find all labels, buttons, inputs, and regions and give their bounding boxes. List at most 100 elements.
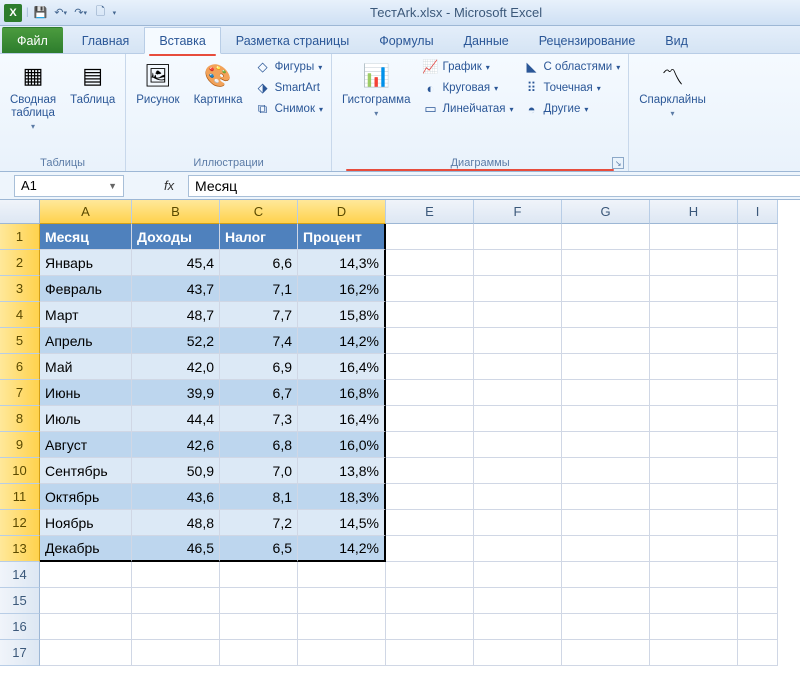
cell-F6[interactable] (474, 354, 562, 380)
cell-I5[interactable] (738, 328, 778, 354)
tab-data[interactable]: Данные (449, 27, 524, 53)
cell-E7[interactable] (386, 380, 474, 406)
cell-F13[interactable] (474, 536, 562, 562)
cell-F14[interactable] (474, 562, 562, 588)
cell-I11[interactable] (738, 484, 778, 510)
tab-formulas[interactable]: Формулы (364, 27, 448, 53)
cell-C3[interactable]: 7,1 (220, 276, 298, 302)
cell-E13[interactable] (386, 536, 474, 562)
cell-F2[interactable] (474, 250, 562, 276)
cell-H7[interactable] (650, 380, 738, 406)
cell-B7[interactable]: 39,9 (132, 380, 220, 406)
cell-A8[interactable]: Июль (40, 406, 132, 432)
row-header-8[interactable]: 8 (0, 406, 40, 432)
cell-I7[interactable] (738, 380, 778, 406)
cell-G9[interactable] (562, 432, 650, 458)
cell-E15[interactable] (386, 588, 474, 614)
pie-chart-button[interactable]: ◐Круговая ▾ (420, 79, 515, 97)
col-header-D[interactable]: D (298, 200, 386, 224)
cell-A1[interactable]: Месяц (40, 224, 132, 250)
table-button[interactable]: ▤ Таблица (66, 58, 119, 109)
new-doc-icon[interactable]: 🗋 (93, 5, 109, 21)
cell-D16[interactable] (298, 614, 386, 640)
formula-input[interactable]: Месяц (188, 175, 800, 197)
cell-H17[interactable] (650, 640, 738, 666)
row-header-1[interactable]: 1 (0, 224, 40, 250)
cell-I12[interactable] (738, 510, 778, 536)
cell-H15[interactable] (650, 588, 738, 614)
cell-D14[interactable] (298, 562, 386, 588)
cell-E14[interactable] (386, 562, 474, 588)
chevron-down-icon[interactable]: ▼ (108, 181, 117, 191)
cell-B10[interactable]: 50,9 (132, 458, 220, 484)
row-header-2[interactable]: 2 (0, 250, 40, 276)
cell-A4[interactable]: Март (40, 302, 132, 328)
redo-icon[interactable]: ↷▾ (73, 5, 89, 21)
cell-G11[interactable] (562, 484, 650, 510)
col-header-A[interactable]: A (40, 200, 132, 224)
cell-E17[interactable] (386, 640, 474, 666)
row-header-12[interactable]: 12 (0, 510, 40, 536)
other-charts-button[interactable]: ◓Другие ▾ (522, 100, 623, 118)
cell-H11[interactable] (650, 484, 738, 510)
cell-F11[interactable] (474, 484, 562, 510)
cell-A10[interactable]: Сентябрь (40, 458, 132, 484)
spreadsheet-grid[interactable]: ABCDEFGHI1МесяцДоходыНалогПроцент2Январь… (0, 200, 800, 666)
cell-D15[interactable] (298, 588, 386, 614)
cell-F4[interactable] (474, 302, 562, 328)
cell-I8[interactable] (738, 406, 778, 432)
cell-E6[interactable] (386, 354, 474, 380)
cell-A3[interactable]: Февраль (40, 276, 132, 302)
col-header-B[interactable]: B (132, 200, 220, 224)
cell-G6[interactable] (562, 354, 650, 380)
cell-C8[interactable]: 7,3 (220, 406, 298, 432)
cell-G2[interactable] (562, 250, 650, 276)
cell-A16[interactable] (40, 614, 132, 640)
col-header-E[interactable]: E (386, 200, 474, 224)
row-header-5[interactable]: 5 (0, 328, 40, 354)
row-header-15[interactable]: 15 (0, 588, 40, 614)
cell-E11[interactable] (386, 484, 474, 510)
row-header-14[interactable]: 14 (0, 562, 40, 588)
bar-chart-button[interactable]: ▭Линейчатая ▾ (420, 100, 515, 118)
cell-G8[interactable] (562, 406, 650, 432)
cell-G17[interactable] (562, 640, 650, 666)
cell-D6[interactable]: 16,4% (298, 354, 386, 380)
row-header-7[interactable]: 7 (0, 380, 40, 406)
cell-B11[interactable]: 43,6 (132, 484, 220, 510)
cell-G5[interactable] (562, 328, 650, 354)
cell-D11[interactable]: 18,3% (298, 484, 386, 510)
cell-C5[interactable]: 7,4 (220, 328, 298, 354)
cell-H6[interactable] (650, 354, 738, 380)
cell-B5[interactable]: 52,2 (132, 328, 220, 354)
col-header-G[interactable]: G (562, 200, 650, 224)
tab-view[interactable]: Вид (650, 27, 703, 53)
pivot-table-button[interactable]: ▦ Сводная таблица ▾ (6, 58, 60, 133)
cell-I14[interactable] (738, 562, 778, 588)
row-header-16[interactable]: 16 (0, 614, 40, 640)
cell-B6[interactable]: 42,0 (132, 354, 220, 380)
sparklines-button[interactable]: 〽 Спарклайны ▾ (635, 58, 710, 120)
cell-G4[interactable] (562, 302, 650, 328)
cell-C2[interactable]: 6,6 (220, 250, 298, 276)
cell-I17[interactable] (738, 640, 778, 666)
tab-file[interactable]: Файл (2, 27, 63, 53)
cell-C6[interactable]: 6,9 (220, 354, 298, 380)
row-header-9[interactable]: 9 (0, 432, 40, 458)
cell-B8[interactable]: 44,4 (132, 406, 220, 432)
cell-H13[interactable] (650, 536, 738, 562)
cell-F12[interactable] (474, 510, 562, 536)
col-header-F[interactable]: F (474, 200, 562, 224)
cell-D3[interactable]: 16,2% (298, 276, 386, 302)
cell-H12[interactable] (650, 510, 738, 536)
cell-F17[interactable] (474, 640, 562, 666)
picture-button[interactable]: 🖼 Рисунок (132, 58, 183, 109)
cell-E9[interactable] (386, 432, 474, 458)
cell-E5[interactable] (386, 328, 474, 354)
cell-H3[interactable] (650, 276, 738, 302)
undo-icon[interactable]: ↶▾ (53, 5, 69, 21)
cell-H10[interactable] (650, 458, 738, 484)
cell-A6[interactable]: Май (40, 354, 132, 380)
smartart-button[interactable]: ⬗SmartArt (253, 79, 325, 97)
cell-B4[interactable]: 48,7 (132, 302, 220, 328)
